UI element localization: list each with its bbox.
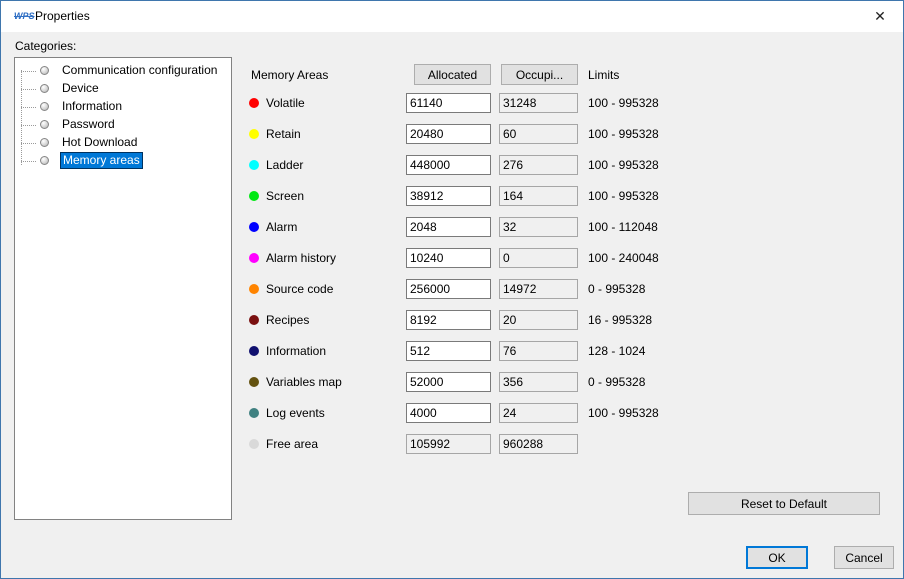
allocated-input[interactable] xyxy=(406,372,491,392)
area-name-label: Ladder xyxy=(266,158,303,172)
allocated-column-button[interactable]: Allocated xyxy=(414,64,491,85)
area-name-label: Recipes xyxy=(266,313,309,327)
limits-value-label: 0 - 995328 xyxy=(588,375,645,389)
area-name-label: Volatile xyxy=(266,96,305,110)
categories-label: Categories: xyxy=(15,39,76,53)
memory-row-alarm-history: Alarm history 100 - 240048 xyxy=(1,242,904,273)
tree-node-icon xyxy=(40,66,49,75)
area-name-label: Log events xyxy=(266,406,325,420)
allocated-input[interactable] xyxy=(406,310,491,330)
area-color-icon xyxy=(249,315,259,325)
memory-row-retain: Retain 100 - 995328 xyxy=(1,118,904,149)
limits-value-label: 128 - 1024 xyxy=(588,344,645,358)
memory-row-free-area: Free area xyxy=(1,428,904,459)
allocated-input[interactable] xyxy=(406,124,491,144)
occupied-input xyxy=(499,434,578,454)
allocated-input[interactable] xyxy=(406,248,491,268)
limits-value-label: 100 - 995328 xyxy=(588,189,659,203)
limits-column-label: Limits xyxy=(588,68,619,82)
limits-value-label: 100 - 112048 xyxy=(588,220,658,234)
allocated-input[interactable] xyxy=(406,403,491,423)
limits-value-label: 100 - 240048 xyxy=(588,251,659,265)
memory-areas-label: Memory Areas xyxy=(251,68,328,82)
ok-button[interactable]: OK xyxy=(746,546,808,569)
close-icon[interactable]: ✕ xyxy=(857,1,903,32)
area-color-icon xyxy=(249,377,259,387)
occupied-input xyxy=(499,341,578,361)
occupied-input xyxy=(499,372,578,392)
memory-row-source-code: Source code 0 - 995328 xyxy=(1,273,904,304)
memory-row-recipes: Recipes 16 - 995328 xyxy=(1,304,904,335)
occupied-input xyxy=(499,186,578,206)
area-name-label: Free area xyxy=(266,437,318,451)
memory-row-information: Information 128 - 1024 xyxy=(1,335,904,366)
occupied-input xyxy=(499,310,578,330)
occupied-input xyxy=(499,217,578,237)
memory-row-log-events: Log events 100 - 995328 xyxy=(1,397,904,428)
occupied-input xyxy=(499,279,578,299)
area-color-icon xyxy=(249,253,259,263)
area-name-label: Variables map xyxy=(266,375,342,389)
occupied-input xyxy=(499,124,578,144)
memory-row-ladder: Ladder 100 - 995328 xyxy=(1,149,904,180)
category-item-communication-configuration[interactable]: Communication configuration xyxy=(15,62,231,80)
reset-to-default-button[interactable]: Reset to Default xyxy=(688,492,880,515)
area-name-label: Screen xyxy=(266,189,304,203)
area-name-label: Alarm history xyxy=(266,251,336,265)
limits-value-label: 100 - 995328 xyxy=(588,127,659,141)
limits-value-label: 100 - 995328 xyxy=(588,96,659,110)
allocated-input[interactable] xyxy=(406,279,491,299)
area-color-icon xyxy=(249,346,259,356)
limits-value-label: 0 - 995328 xyxy=(588,282,645,296)
wps-logo-icon: WPS xyxy=(14,11,35,21)
limits-value-label: 100 - 995328 xyxy=(588,158,659,172)
area-color-icon xyxy=(249,129,259,139)
allocated-input[interactable] xyxy=(406,186,491,206)
area-color-icon xyxy=(249,284,259,294)
area-color-icon xyxy=(249,98,259,108)
allocated-input[interactable] xyxy=(406,93,491,113)
area-color-icon xyxy=(249,191,259,201)
memory-row-screen: Screen 100 - 995328 xyxy=(1,180,904,211)
allocated-input xyxy=(406,434,491,454)
occupied-input xyxy=(499,155,578,175)
area-color-icon xyxy=(249,408,259,418)
allocated-input[interactable] xyxy=(406,341,491,361)
properties-dialog: WPS Properties ✕ Categories: Communicati… xyxy=(0,0,904,579)
memory-row-variables-map: Variables map 0 - 995328 xyxy=(1,366,904,397)
area-name-label: Retain xyxy=(266,127,301,141)
cancel-button[interactable]: Cancel xyxy=(834,546,894,569)
occupied-input xyxy=(499,403,578,423)
limits-value-label: 100 - 995328 xyxy=(588,406,659,420)
occupied-input xyxy=(499,248,578,268)
allocated-input[interactable] xyxy=(406,155,491,175)
area-color-icon xyxy=(249,439,259,449)
window-title: Properties xyxy=(35,9,90,23)
occupied-column-button[interactable]: Occupi... xyxy=(501,64,578,85)
title-bar: WPS Properties ✕ xyxy=(1,1,903,32)
area-color-icon xyxy=(249,222,259,232)
area-name-label: Alarm xyxy=(266,220,297,234)
category-item-label: Communication configuration xyxy=(60,62,219,79)
limits-value-label: 16 - 995328 xyxy=(588,313,652,327)
allocated-input[interactable] xyxy=(406,217,491,237)
occupied-input xyxy=(499,93,578,113)
memory-row-alarm: Alarm 100 - 112048 xyxy=(1,211,904,242)
area-name-label: Information xyxy=(266,344,326,358)
area-color-icon xyxy=(249,160,259,170)
area-name-label: Source code xyxy=(266,282,333,296)
memory-row-volatile: Volatile 100 - 995328 xyxy=(1,87,904,118)
